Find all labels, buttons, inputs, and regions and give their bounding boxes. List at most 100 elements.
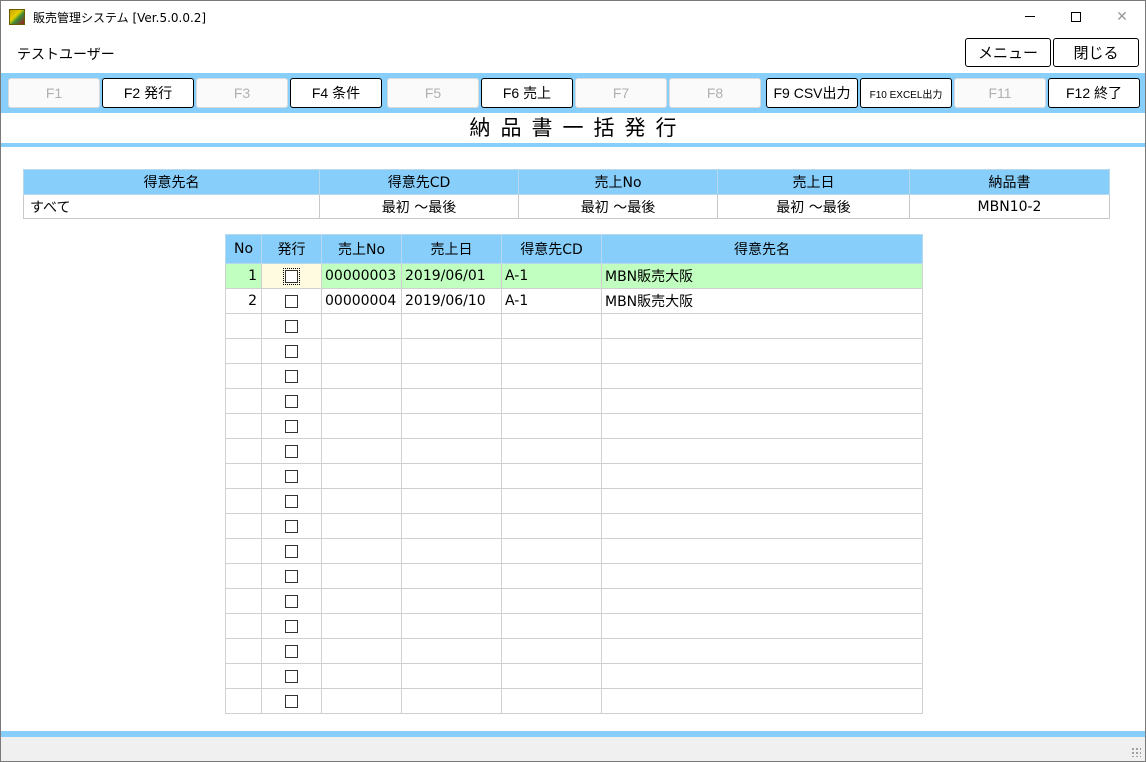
checkbox-icon[interactable] xyxy=(285,519,298,533)
row-issue-checkbox[interactable] xyxy=(261,363,322,389)
row-customer-cd xyxy=(501,338,602,364)
checkbox-icon[interactable] xyxy=(285,344,298,358)
row-issue-checkbox[interactable] xyxy=(261,563,322,589)
table-row[interactable] xyxy=(225,338,923,364)
row-customer-cd xyxy=(501,363,602,389)
window-close-button[interactable]: ✕ xyxy=(1099,1,1145,32)
checkbox-icon[interactable] xyxy=(285,494,298,508)
row-no: 2 xyxy=(225,288,262,314)
row-customer-name xyxy=(601,488,923,514)
row-sales-date xyxy=(401,663,502,689)
row-issue-checkbox[interactable] xyxy=(261,588,322,614)
close-button[interactable]: 閉じる xyxy=(1053,38,1139,67)
table-row[interactable] xyxy=(225,663,923,689)
grid-header-sales-no[interactable]: 売上No xyxy=(321,234,402,264)
checkbox-icon[interactable] xyxy=(285,594,298,608)
row-issue-checkbox[interactable] xyxy=(261,513,322,539)
table-row[interactable]: 1 00000003 2019/06/01 A-1 MBN販売大阪 xyxy=(225,263,923,289)
row-issue-checkbox[interactable] xyxy=(261,488,322,514)
grid-header-customer-name[interactable]: 得意先名 xyxy=(601,234,923,264)
row-customer-cd xyxy=(501,638,602,664)
grid-header-issue[interactable]: 発行 xyxy=(261,234,322,264)
row-no xyxy=(225,388,262,414)
invoice-grid: No 発行 売上No 売上日 得意先CD 得意先名 1 00000003 2019/… xyxy=(225,234,923,714)
table-row[interactable] xyxy=(225,363,923,389)
grid-header-customer-cd[interactable]: 得意先CD xyxy=(501,234,602,264)
row-no xyxy=(225,338,262,364)
checkbox-icon[interactable] xyxy=(283,267,300,285)
table-row[interactable] xyxy=(225,313,923,339)
table-row[interactable] xyxy=(225,588,923,614)
condition-table: 得意先名 得意先CD 売上No 売上日 納品書 すべて 最初 ～最後 最初 ～最… xyxy=(23,169,1110,219)
fkey-f7: F7 xyxy=(575,78,667,108)
checkbox-icon[interactable] xyxy=(285,669,298,683)
row-issue-checkbox[interactable] xyxy=(261,638,322,664)
checkbox-icon[interactable] xyxy=(285,319,298,333)
grid-header-sales-date[interactable]: 売上日 xyxy=(401,234,502,264)
checkbox-icon[interactable] xyxy=(285,469,298,483)
table-row[interactable] xyxy=(225,513,923,539)
table-row[interactable]: 2 00000004 2019/06/10 A-1 MBN販売大阪 xyxy=(225,288,923,314)
title-bar[interactable]: 販売管理システム [Ver.5.0.0.2] ✕ xyxy=(1,1,1145,32)
row-issue-checkbox[interactable] xyxy=(261,338,322,364)
row-customer-name xyxy=(601,363,923,389)
fkey-f10[interactable]: F10 EXCEL出力 xyxy=(860,78,952,108)
maximize-button[interactable] xyxy=(1053,1,1099,32)
row-sales-no xyxy=(321,363,402,389)
fkey-f4[interactable]: F4 条件 xyxy=(290,78,382,108)
row-customer-name xyxy=(601,613,923,639)
fkey-f9[interactable]: F9 CSV出力 xyxy=(766,78,858,108)
table-row[interactable] xyxy=(225,613,923,639)
table-row[interactable] xyxy=(225,488,923,514)
row-issue-checkbox[interactable] xyxy=(261,688,322,714)
checkbox-icon[interactable] xyxy=(285,619,298,633)
table-row[interactable] xyxy=(225,413,923,439)
table-row[interactable] xyxy=(225,563,923,589)
row-issue-checkbox[interactable] xyxy=(261,663,322,689)
table-row[interactable] xyxy=(225,438,923,464)
row-sales-no xyxy=(321,388,402,414)
fkey-f12[interactable]: F12 終了 xyxy=(1048,78,1140,108)
checkbox-icon[interactable] xyxy=(285,544,298,558)
checkbox-icon[interactable] xyxy=(285,419,298,433)
row-sales-date xyxy=(401,338,502,364)
table-row[interactable] xyxy=(225,688,923,714)
row-issue-checkbox[interactable] xyxy=(261,313,322,339)
checkbox-icon[interactable] xyxy=(285,694,298,708)
checkbox-icon[interactable] xyxy=(285,394,298,408)
checkbox-icon[interactable] xyxy=(285,294,298,308)
row-sales-date xyxy=(401,313,502,339)
checkbox-icon[interactable] xyxy=(285,369,298,383)
checkbox-icon[interactable] xyxy=(285,444,298,458)
table-row[interactable] xyxy=(225,638,923,664)
row-issue-checkbox[interactable] xyxy=(261,263,322,289)
row-issue-checkbox[interactable] xyxy=(261,438,322,464)
cond-value-customer-name: すべて xyxy=(23,194,320,219)
grid-header-no[interactable]: No xyxy=(225,234,262,264)
fkey-f2[interactable]: F2 発行 xyxy=(102,78,194,108)
row-customer-name xyxy=(601,538,923,564)
resize-grip-icon[interactable] xyxy=(1131,747,1141,757)
row-sales-date xyxy=(401,613,502,639)
row-issue-checkbox[interactable] xyxy=(261,538,322,564)
fkey-f6[interactable]: F6 売上 xyxy=(481,78,573,108)
checkbox-icon[interactable] xyxy=(285,644,298,658)
minimize-button[interactable] xyxy=(1007,1,1053,32)
row-sales-date: 2019/06/01 xyxy=(401,263,502,289)
row-issue-checkbox[interactable] xyxy=(261,288,322,314)
row-issue-checkbox[interactable] xyxy=(261,613,322,639)
table-row[interactable] xyxy=(225,463,923,489)
row-issue-checkbox[interactable] xyxy=(261,463,322,489)
row-customer-cd xyxy=(501,613,602,639)
table-row[interactable] xyxy=(225,388,923,414)
row-customer-name xyxy=(601,663,923,689)
menu-button[interactable]: メニュー xyxy=(965,38,1051,67)
table-row[interactable] xyxy=(225,538,923,564)
checkbox-icon[interactable] xyxy=(285,569,298,583)
row-issue-checkbox[interactable] xyxy=(261,388,322,414)
row-sales-date xyxy=(401,488,502,514)
row-sales-no: 00000003 xyxy=(321,263,402,289)
row-customer-name xyxy=(601,438,923,464)
row-customer-cd xyxy=(501,388,602,414)
row-issue-checkbox[interactable] xyxy=(261,413,322,439)
